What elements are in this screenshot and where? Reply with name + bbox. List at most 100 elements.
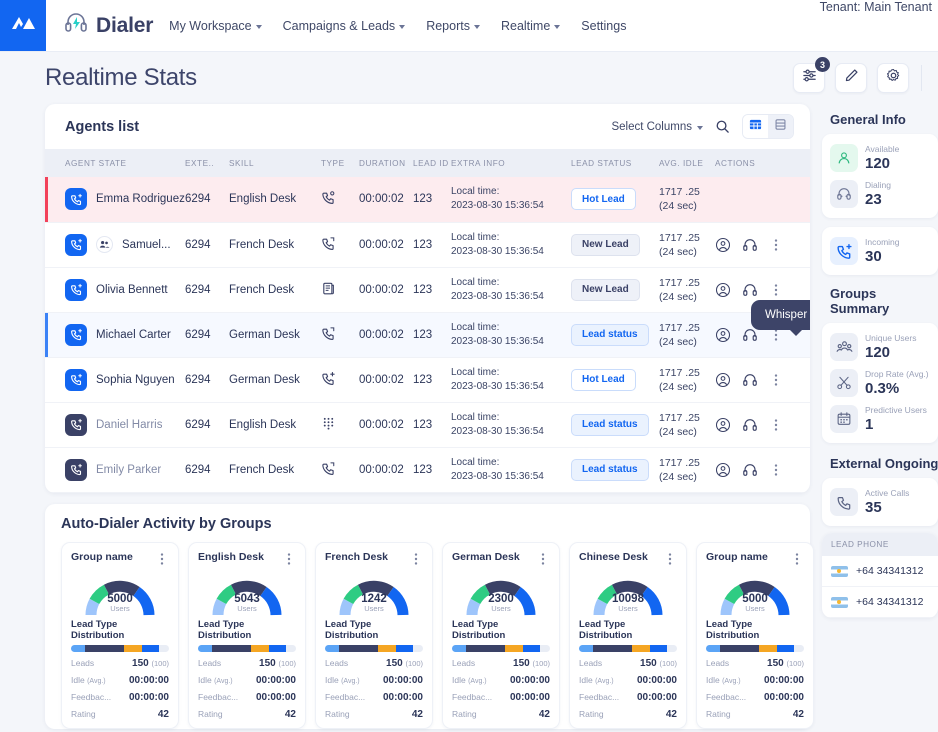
more-vertical-icon[interactable] xyxy=(663,551,677,567)
agent-state-icon[interactable] xyxy=(65,233,87,256)
table-row[interactable]: Emma Rodriguez 6294 English Desk 00:00:0… xyxy=(45,177,810,223)
lead-status-badge[interactable]: Hot Lead xyxy=(571,368,636,391)
phone-plus-icon xyxy=(321,371,336,386)
lead-status-badge[interactable]: Lead status xyxy=(571,323,649,346)
more-vertical-icon[interactable] xyxy=(282,551,296,567)
more-vertical-icon[interactable] xyxy=(769,462,783,478)
distribution-segment xyxy=(159,644,169,652)
gear-icon xyxy=(886,68,901,88)
more-vertical-icon[interactable] xyxy=(769,372,783,388)
group-card[interactable]: Group name 5000 Users Lead Type Distribu… xyxy=(61,541,179,729)
col-actions: ACTIONS xyxy=(715,149,810,177)
headset-icon[interactable] xyxy=(742,462,758,478)
agents-list-card: Agents list Select Columns AGENT STATE E… xyxy=(45,104,810,493)
cell-extra-info: Local time: 2023-08-30 15:36:54 xyxy=(451,222,571,268)
stat-value: 150 (100) xyxy=(386,657,423,669)
list-view-button[interactable] xyxy=(768,115,793,138)
more-vertical-icon[interactable] xyxy=(769,282,783,298)
cell-extra-info: Local time: 2023-08-30 15:36:54 xyxy=(451,267,571,313)
group-gauge: 5000 Users xyxy=(706,571,804,617)
headset-icon[interactable] xyxy=(742,282,758,298)
stat-row: Drop Rate (Avg.) 0.3% xyxy=(830,365,930,401)
group-stat-idle: Idle (Avg.) 00:00:00 xyxy=(706,675,804,686)
user-circle-icon[interactable] xyxy=(715,462,731,478)
group-card[interactable]: French Desk 1242 Users Lead Type Distrib… xyxy=(315,541,433,729)
stat-label: Feedbac... xyxy=(452,692,493,702)
search-icon[interactable] xyxy=(715,119,730,134)
group-card[interactable]: Chinese Desk 10098 Users Lead Type Distr… xyxy=(569,541,687,729)
agent-name: Emily Parker xyxy=(96,463,162,476)
filter-sliders-button[interactable]: 3 xyxy=(793,57,830,93)
stat-value: 42 xyxy=(157,708,169,720)
agent-state-icon[interactable] xyxy=(65,323,87,346)
user-circle-icon[interactable] xyxy=(715,327,731,343)
grid-view-button[interactable] xyxy=(743,115,768,138)
agent-state-icon[interactable] xyxy=(65,278,87,301)
group-card[interactable]: English Desk 5043 Users Lead Type Distri… xyxy=(188,541,306,729)
lead-type-distribution-title: Lead Type Distribution xyxy=(452,618,506,641)
user-circle-icon[interactable] xyxy=(715,282,731,298)
user-circle-icon[interactable] xyxy=(715,237,731,253)
more-vertical-icon[interactable] xyxy=(155,551,169,567)
app-logo[interactable] xyxy=(0,0,46,51)
nav-item-my-workspace[interactable]: My Workspace xyxy=(169,19,262,33)
extra-info-value: 2023-08-30 15:36:54 xyxy=(451,200,544,212)
table-row[interactable]: Michael Carter 6294 German Desk 00:00:02… xyxy=(45,312,810,358)
toolbar-divider xyxy=(921,65,922,91)
table-row[interactable]: Sophia Nguyen 6294 German Desk 00:00:02 … xyxy=(45,357,810,403)
distribution-segment xyxy=(540,644,550,652)
stat-value: 150 (100) xyxy=(767,657,804,669)
lead-id-value: 123 xyxy=(413,283,433,296)
headset-icon[interactable] xyxy=(742,237,758,253)
lead-phone-row[interactable]: +64 34341312 xyxy=(822,587,938,618)
distribution-segment xyxy=(706,644,720,652)
distribution-segment xyxy=(465,644,505,652)
group-gauge: 5043 Users xyxy=(198,571,296,617)
whisper-call-tooltip: Whisper call xyxy=(751,300,810,330)
more-vertical-icon[interactable] xyxy=(769,237,783,253)
nav-item-settings[interactable]: Settings xyxy=(581,19,626,33)
user-circle-icon[interactable] xyxy=(715,417,731,433)
nav-item-campaigns-leads[interactable]: Campaigns & Leads xyxy=(283,19,406,33)
lead-status-badge[interactable]: Lead status xyxy=(571,413,649,436)
lead-phone-row[interactable]: +64 34341312 xyxy=(822,556,938,587)
more-vertical-icon[interactable] xyxy=(409,551,423,567)
group-gauge: 10098 Users xyxy=(579,571,677,617)
more-vertical-icon[interactable] xyxy=(536,551,550,567)
agent-state-icon[interactable] xyxy=(65,368,87,391)
table-row[interactable]: Emily Parker 6294 French Desk 00:00:02 1… xyxy=(45,447,810,493)
headset-icon[interactable] xyxy=(742,417,758,433)
group-stat-feedback: Feedbac... 00:00:00 xyxy=(579,692,677,703)
user-circle-icon[interactable] xyxy=(715,372,731,388)
nav-item-reports[interactable]: Reports xyxy=(426,19,480,33)
more-vertical-icon[interactable] xyxy=(769,417,783,433)
lead-type-distribution-bar xyxy=(579,644,677,652)
nav-item-realtime[interactable]: Realtime xyxy=(501,19,561,33)
avg-idle-seconds: (24 sec) xyxy=(659,470,697,483)
lead-status-badge[interactable]: Lead status xyxy=(571,458,649,481)
lead-status-badge[interactable]: New Lead xyxy=(571,278,640,301)
select-columns-dropdown[interactable]: Select Columns xyxy=(611,121,703,133)
edit-button[interactable] xyxy=(835,63,867,93)
table-row[interactable]: Daniel Harris 6294 English Desk 00:00:02… xyxy=(45,402,810,448)
group-stat-leads: Leads 150 (100) xyxy=(579,658,677,669)
lead-status-badge[interactable]: New Lead xyxy=(571,233,640,256)
settings-button[interactable] xyxy=(877,63,909,93)
lead-status-badge[interactable]: Hot Lead xyxy=(571,188,636,211)
agent-name: Olivia Bennett xyxy=(96,283,168,296)
agent-state-icon[interactable] xyxy=(65,413,87,436)
group-stat-feedback: Feedbac... 00:00:00 xyxy=(325,692,423,703)
table-row[interactable]: Olivia Bennett 6294 French Desk 00:00:02… xyxy=(45,267,810,313)
headset-gray-icon xyxy=(830,180,858,208)
agent-state-icon[interactable] xyxy=(65,458,87,481)
group-card[interactable]: German Desk 2300 Users Lead Type Distrib… xyxy=(442,541,560,729)
stat-value: 00:00:00 xyxy=(636,691,677,703)
stat-label: Idle (Avg.) xyxy=(71,675,106,685)
table-row[interactable]: Samuel... 6294 French Desk 00:00:02 123 … xyxy=(45,222,810,268)
agent-state-icon[interactable] xyxy=(65,188,87,211)
group-card[interactable]: Group name 5000 Users Lead Type Distribu… xyxy=(696,541,814,729)
cell-avg-idle: 1717 .25 (24 sec) xyxy=(659,267,715,313)
stat-label: Feedbac... xyxy=(198,692,239,702)
more-vertical-icon[interactable] xyxy=(790,551,804,567)
headset-icon[interactable] xyxy=(742,372,758,388)
